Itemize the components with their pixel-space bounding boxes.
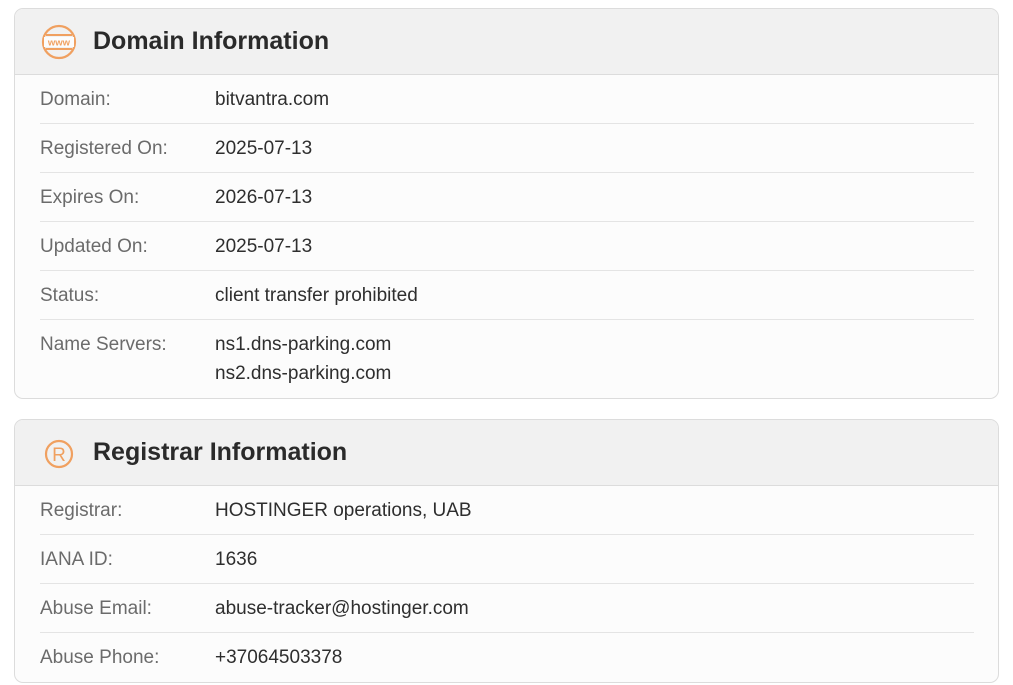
abuse-email-value[interactable]: abuse-tracker@hostinger.com xyxy=(215,597,469,620)
registered-on-label: Registered On: xyxy=(40,138,168,159)
registrar-card-header: R Registrar Information xyxy=(15,420,998,486)
iana-id-label: IANA ID: xyxy=(40,549,113,570)
registrar-row: Registrar: HOSTINGER operations, UAB xyxy=(40,486,974,535)
abuse-phone-row: Abuse Phone: +37064503378 xyxy=(40,633,974,681)
domain-card-title: Domain Information xyxy=(93,27,330,55)
abuse-email-label: Abuse Email: xyxy=(40,598,152,619)
name-server-1: ns1.dns-parking.com xyxy=(215,334,392,355)
iana-id-value: 1636 xyxy=(215,549,258,570)
abuse-phone-label: Abuse Phone: xyxy=(40,647,160,668)
registrar-information-card: R Registrar Information Registrar: HOSTI… xyxy=(14,419,999,683)
domain-label: Domain: xyxy=(40,89,111,110)
name-servers-list: ns1.dns-parking.com ns2.dns-parking.com xyxy=(215,330,391,388)
registrar-label: Registrar: xyxy=(40,500,123,521)
name-servers-row: Name Servers: ns1.dns-parking.com ns2.dn… xyxy=(40,320,974,398)
domain-card-header: www Domain Information xyxy=(15,9,998,75)
registered-trademark-icon: R xyxy=(41,435,77,471)
updated-on-value: 2025-07-13 xyxy=(215,236,313,257)
svg-text:www: www xyxy=(47,37,71,48)
registrar-info-list: Registrar: HOSTINGER operations, UAB IAN… xyxy=(15,486,998,681)
registered-on-value: 2025-07-13 xyxy=(215,138,313,159)
svg-text:R: R xyxy=(52,445,66,466)
domain-information-card: www Domain Information Domain: bitvantra… xyxy=(14,8,999,399)
name-servers-label: Name Servers: xyxy=(40,334,167,355)
registrar-card-title: Registrar Information xyxy=(93,438,348,466)
status-label: Status: xyxy=(40,285,100,306)
domain-row: Domain: bitvantra.com xyxy=(40,75,974,124)
expires-on-value: 2026-07-13 xyxy=(215,187,313,208)
updated-on-row: Updated On: 2025-07-13 xyxy=(40,222,974,271)
abuse-email-row: Abuse Email: abuse-tracker@hostinger.com xyxy=(40,584,974,633)
iana-id-row: IANA ID: 1636 xyxy=(40,535,974,584)
registered-on-row: Registered On: 2025-07-13 xyxy=(40,124,974,173)
updated-on-label: Updated On: xyxy=(40,236,148,257)
domain-info-list: Domain: bitvantra.com Registered On: 202… xyxy=(15,75,998,398)
expires-on-row: Expires On: 2026-07-13 xyxy=(40,173,974,222)
registrar-value: HOSTINGER operations, UAB xyxy=(215,500,472,521)
www-globe-icon: www xyxy=(41,24,77,60)
status-row: Status: client transfer prohibited xyxy=(40,271,974,320)
expires-on-label: Expires On: xyxy=(40,187,140,208)
status-value: client transfer prohibited xyxy=(215,285,418,306)
abuse-phone-value[interactable]: +37064503378 xyxy=(215,646,342,669)
domain-value: bitvantra.com xyxy=(215,89,330,110)
name-server-2: ns2.dns-parking.com xyxy=(215,363,392,384)
